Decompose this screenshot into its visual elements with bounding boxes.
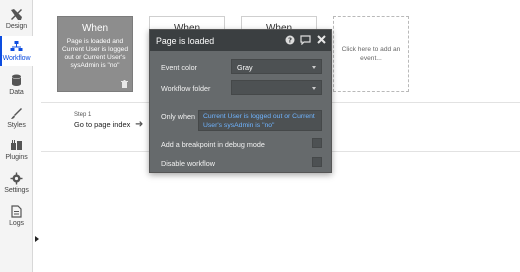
- add-event-button[interactable]: Click here to add an event...: [333, 16, 409, 92]
- plugins-icon: [10, 138, 24, 152]
- settings-icon: [10, 171, 24, 185]
- close-icon[interactable]: [316, 34, 327, 45]
- sidebar-item-label: Settings: [4, 187, 29, 194]
- event-color-select[interactable]: Gray: [231, 59, 322, 74]
- svg-text:?: ?: [287, 36, 291, 44]
- sidebar-item-workflow[interactable]: Workflow: [0, 36, 33, 66]
- breakpoint-checkbox[interactable]: [312, 138, 322, 148]
- logs-icon: [10, 204, 24, 218]
- sidebar-item-label: Data: [9, 89, 24, 96]
- step-card[interactable]: Step 1 Go to page index: [59, 112, 137, 142]
- event-color-value: Gray: [237, 63, 253, 72]
- styles-icon: [10, 106, 24, 120]
- comment-icon[interactable]: [300, 34, 311, 45]
- chevron-down-icon: [312, 66, 316, 69]
- popup-header-icons: ?: [284, 34, 327, 45]
- help-icon[interactable]: ?: [284, 34, 295, 45]
- chevron-down-icon: [312, 87, 316, 90]
- step-action: Go to page index: [74, 120, 131, 129]
- sidebar-item-plugins[interactable]: Plugins: [0, 135, 33, 165]
- only-when-condition[interactable]: Current User is logged out or Current Us…: [198, 110, 322, 131]
- workflow-icon: [10, 39, 24, 53]
- event-color-label: Event color: [161, 63, 197, 72]
- sidebar-item-label: Logs: [9, 220, 24, 227]
- workflow-folder-select[interactable]: [231, 80, 322, 95]
- breakpoint-label: Add a breakpoint in debug mode: [161, 140, 265, 149]
- sidebar-item-design[interactable]: Design: [0, 4, 33, 34]
- event-properties-popup: Page is loaded ? Event color Gray Workfl…: [149, 29, 332, 173]
- sidebar-item-label: Styles: [7, 122, 26, 129]
- disable-workflow-label: Disable workflow: [161, 159, 215, 168]
- sidebar-item-styles[interactable]: Styles: [0, 103, 33, 133]
- trash-icon[interactable]: [121, 80, 128, 88]
- sidebar-item-label: Design: [5, 23, 28, 30]
- event-card-page-loaded[interactable]: When Page is loaded and Current User is …: [57, 16, 133, 92]
- collapse-arrow-icon[interactable]: [35, 236, 39, 242]
- sidebar-item-settings[interactable]: Settings: [0, 168, 33, 198]
- data-icon: [10, 73, 24, 87]
- event-title: When: [81, 23, 109, 34]
- popup-title: Page is loaded: [156, 35, 215, 46]
- only-when-label: Only when: [161, 112, 195, 121]
- sidebar-item-data[interactable]: Data: [0, 70, 33, 100]
- design-icon: [10, 7, 24, 21]
- sidebar-item-label: Workflow: [2, 55, 31, 62]
- step-number: Step 1: [74, 112, 92, 118]
- disable-workflow-checkbox[interactable]: [312, 157, 322, 167]
- workflow-folder-label: Workflow folder: [161, 84, 211, 93]
- arrow-right-icon: ➜: [135, 119, 144, 130]
- left-sidebar: Design Workflow Data Styles Plugins Sett…: [0, 0, 39, 272]
- sidebar-item-logs[interactable]: Logs: [0, 201, 33, 231]
- event-description: Page is loaded and Current User is logge…: [62, 38, 128, 69]
- sidebar-item-label: Plugins: [5, 154, 28, 161]
